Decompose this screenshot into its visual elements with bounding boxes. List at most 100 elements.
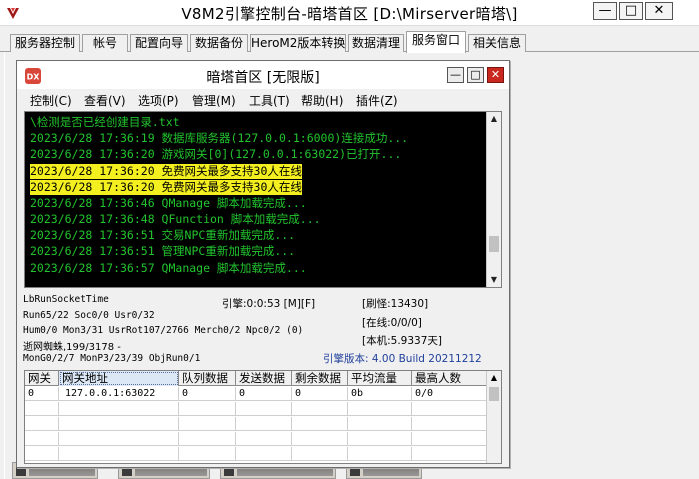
spider-stats-label: 逝网蜘蛛,199/3178 - — [23, 342, 121, 353]
cell-sent-data — [236, 447, 292, 461]
table-row[interactable] — [25, 417, 487, 431]
log-line: 2023/6/28 17:36:19 数据库服务器(127.0.0.1:6000… — [30, 131, 409, 145]
column-header-avg-traffic[interactable]: 平均流量 — [348, 371, 412, 386]
cell-sent-data: 0 — [236, 387, 292, 401]
cell-remaining-data — [292, 447, 348, 461]
cell-queue-data — [179, 417, 236, 431]
scroll-up-arrow-icon[interactable]: ▲ — [487, 371, 501, 385]
main-tab-strip: 服务器控制 帐号 配置向导 数据备份 HeroM2版本转换 数据清理 服务窗口 … — [0, 26, 699, 53]
menu-plugins[interactable]: 插件(Z) — [356, 92, 398, 109]
scroll-down-arrow-icon[interactable]: ▼ — [487, 273, 501, 287]
run-stats-label: Run65/22 Soc0/0 Usr0/32 — [23, 310, 155, 321]
cell-queue-data — [179, 432, 236, 446]
cell-avg-traffic: 0b — [348, 387, 412, 401]
service-window-title: 暗塔首区 [无限版] — [206, 70, 320, 86]
column-header-remaining-data[interactable]: 剩余数据 — [292, 371, 348, 386]
cell-sent-data — [236, 402, 292, 416]
scroll-up-arrow-icon[interactable]: ▲ — [487, 112, 501, 126]
service-window: DX 暗塔首区 [无限版] — □ ✕ 控制(C) 查看(V) 选项(P) 管理… — [16, 60, 510, 468]
tab-related-info[interactable]: 相关信息 — [468, 34, 526, 52]
menu-view[interactable]: 查看(V) — [84, 92, 126, 109]
grid-scrollbar[interactable]: ▲ — [486, 371, 501, 463]
gateway-grid[interactable]: 网关 网关地址 队列数据 发送数据 剩余数据 平均流量 最高人数 0 127.0… — [24, 370, 502, 464]
cell-max-players — [412, 432, 487, 446]
column-header-gateway[interactable]: 网关 — [25, 371, 59, 386]
menu-control[interactable]: 控制(C) — [30, 92, 72, 109]
cell-gateway — [25, 432, 59, 446]
cell-gateway — [25, 402, 59, 416]
cell-gateway-address — [59, 402, 179, 416]
scroll-thumb[interactable] — [489, 387, 499, 401]
engine-version-label: 引擎版本: 4.00 Build 20211212 — [323, 353, 482, 365]
cell-avg-traffic — [348, 402, 412, 416]
cell-remaining-data — [292, 432, 348, 446]
log-line: \检测是否已经创建目录.txt — [30, 115, 180, 129]
log-line-highlighted: 2023/6/28 17:36:20 免费网关最多支持30人在线 — [30, 180, 302, 195]
cell-gateway — [25, 417, 59, 431]
cell-queue-data: 0 — [179, 387, 236, 401]
minimize-button[interactable]: — — [593, 2, 617, 20]
cell-max-players — [412, 417, 487, 431]
online-count-label: [在线:0/0/0] — [362, 317, 422, 329]
cell-queue-data — [179, 447, 236, 461]
engine-time-label: 引擎:0:0:53 [M][F] — [222, 298, 316, 310]
cell-avg-traffic — [348, 432, 412, 446]
cell-gateway-address — [59, 432, 179, 446]
table-row[interactable] — [25, 402, 487, 416]
cell-max-players: 0/0 — [412, 387, 487, 401]
close-button[interactable]: ✕ — [645, 2, 673, 20]
inner-maximize-button[interactable]: □ — [467, 67, 484, 83]
log-line: 2023/6/28 17:36:51 管理NPC重新加载完成... — [30, 244, 296, 258]
table-row[interactable] — [25, 432, 487, 446]
column-header-gateway-address[interactable]: 网关地址 — [59, 371, 179, 386]
menu-options[interactable]: 选项(P) — [138, 92, 179, 109]
log-line-highlighted: 2023/6/28 17:36:20 免费网关最多支持30人在线 — [30, 164, 302, 179]
inner-close-button[interactable]: ✕ — [487, 67, 504, 83]
log-line: 2023/6/28 17:36:57 QManage 脚本加载完成... — [30, 261, 307, 275]
cell-avg-traffic — [348, 417, 412, 431]
mon-gen-stats-label: MonG0/2/7 MonP3/23/39 ObjRun0/1 — [23, 353, 201, 364]
log-console[interactable]: \检测是否已经创建目录.txt 2023/6/28 17:36:19 数据库服务… — [24, 111, 502, 288]
menu-bar: 控制(C) 查看(V) 选项(P) 管理(M) 工具(T) 帮助(H) 插件(Z… — [17, 89, 509, 109]
maximize-button[interactable]: □ — [619, 2, 643, 20]
cell-gateway-address — [59, 417, 179, 431]
menu-tools[interactable]: 工具(T) — [249, 92, 290, 109]
tab-herom2-convert[interactable]: HeroM2版本转换 — [250, 34, 346, 52]
refresh-monster-label: [刷怪:13430] — [362, 298, 429, 310]
menu-help[interactable]: 帮助(H) — [301, 92, 343, 109]
column-header-max-players[interactable]: 最高人数 — [412, 371, 487, 386]
log-line: 2023/6/28 17:36:46 QManage 脚本加载完成... — [30, 196, 307, 210]
cell-remaining-data — [292, 402, 348, 416]
cell-gateway — [25, 447, 59, 461]
hum-stats-label: Hum0/0 Mon3/31 UsrRot107/2766 Merch0/2 N… — [23, 325, 304, 336]
table-row[interactable] — [25, 447, 487, 461]
socket-time-label: LbRunSocketTime — [23, 294, 109, 305]
uptime-label: [本机:5.9337天] — [362, 335, 442, 347]
cell-sent-data — [236, 432, 292, 446]
cell-gateway-address: 127.0.0.1:63022 — [59, 387, 179, 401]
service-window-title-bar[interactable]: DX 暗塔首区 [无限版] — □ ✕ — [17, 61, 509, 89]
cell-gateway: 0 — [25, 387, 59, 401]
log-scrollbar[interactable]: ▲ ▼ — [486, 112, 501, 287]
tab-service-window[interactable]: 服务窗口 — [406, 31, 466, 53]
tab-config-wizard[interactable]: 配置向导 — [130, 34, 188, 52]
column-header-sent-data[interactable]: 发送数据 — [236, 371, 292, 386]
cell-remaining-data — [292, 417, 348, 431]
tab-data-backup[interactable]: 数据备份 — [190, 34, 248, 52]
cell-max-players — [412, 402, 487, 416]
menu-manage[interactable]: 管理(M) — [192, 92, 236, 109]
cell-queue-data — [179, 402, 236, 416]
engine-console-window: V8M2引擎控制台-暗塔首区 [D:\Mirserver暗塔\] — □ ✕ 服… — [0, 0, 699, 479]
tab-data-cleanup[interactable]: 数据清理 — [348, 34, 404, 52]
log-line: 2023/6/28 17:36:48 QFunction 脚本加载完成... — [30, 212, 321, 226]
scroll-thumb[interactable] — [489, 236, 499, 252]
tab-server-control[interactable]: 服务器控制 — [10, 34, 80, 52]
tab-account[interactable]: 帐号 — [82, 34, 128, 52]
inner-minimize-button[interactable]: — — [447, 67, 464, 83]
log-line: 2023/6/28 17:36:20 游戏网关[0](127.0.0.1:630… — [30, 147, 402, 161]
window-title-bar[interactable]: V8M2引擎控制台-暗塔首区 [D:\Mirserver暗塔\] — □ ✕ — [0, 0, 699, 26]
table-row[interactable]: 0 127.0.0.1:63022 0 0 0 0b 0/0 — [25, 387, 487, 401]
cell-remaining-data: 0 — [292, 387, 348, 401]
cell-gateway-address — [59, 447, 179, 461]
column-header-queue-data[interactable]: 队列数据 — [179, 371, 236, 386]
